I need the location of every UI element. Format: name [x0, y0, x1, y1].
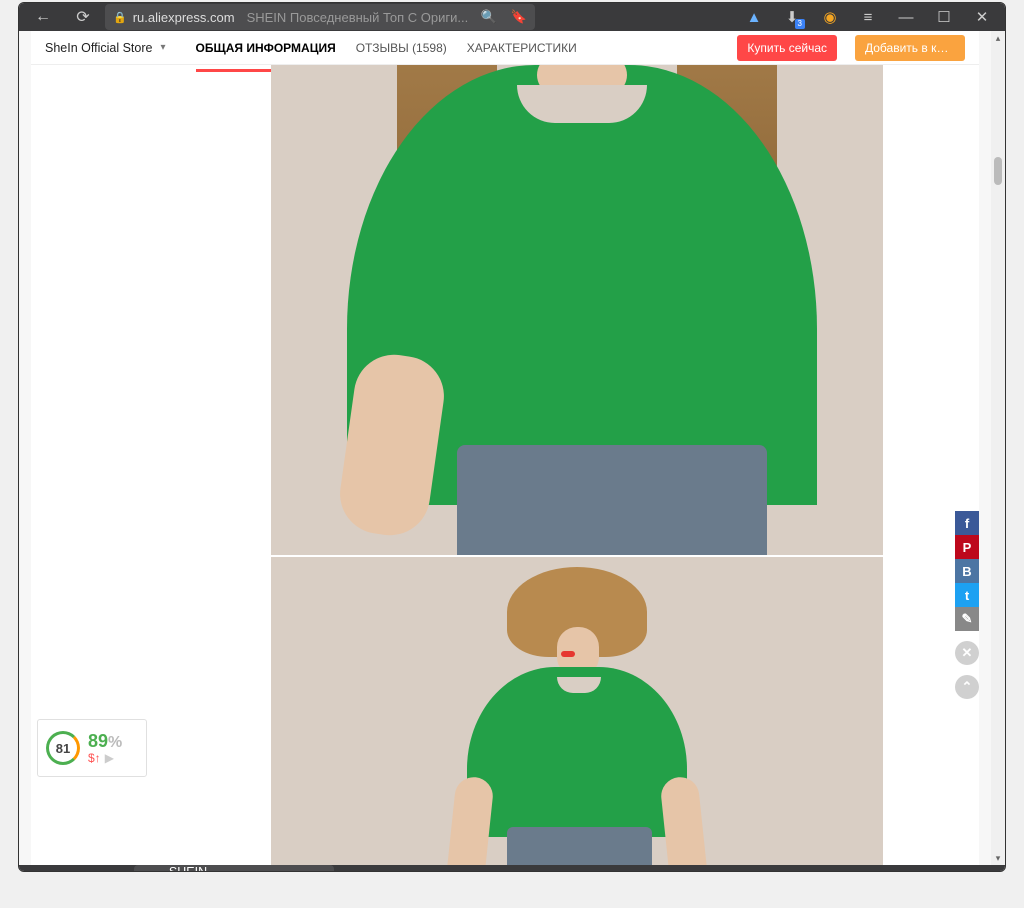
maximize-button[interactable]: ☐	[927, 3, 961, 31]
page-content: SheIn Official Store ▾ ОБЩАЯ ИНФОРМАЦИЯ …	[31, 31, 979, 865]
lock-icon: 🔒	[113, 11, 127, 24]
share-facebook-button[interactable]: f	[955, 511, 979, 535]
play-icon: ▶	[105, 751, 114, 765]
url-domain: ru.aliexpress.com	[133, 10, 235, 25]
back-button[interactable]: ←	[25, 3, 61, 31]
product-sticky-header: SheIn Official Store ▾ ОБЩАЯ ИНФОРМАЦИЯ …	[31, 31, 979, 65]
product-image-column	[271, 65, 883, 865]
url-title: SHEIN Повседневный Топ С Ориги...	[247, 10, 469, 25]
menu-icon[interactable]: ≡	[851, 3, 885, 31]
tab-reviews[interactable]: ОТЗЫВЫ (1598)	[356, 33, 447, 63]
close-window-button[interactable]: ✕	[965, 3, 999, 31]
browser-tab-lumpics[interactable]: Lumpics.ru	[23, 865, 134, 872]
downloads-icon[interactable]: ⬇3	[775, 3, 809, 31]
tab-specs[interactable]: ХАРАКТЕРИСТИКИ	[467, 33, 577, 63]
close-tab-icon[interactable]: ×	[311, 871, 320, 873]
chevron-down-icon: ▾	[160, 42, 165, 53]
social-share-strip: f P B t ✎ ✕ ⌃	[955, 511, 979, 699]
rating-widget[interactable]: 81 89% $↑ ▶	[37, 719, 147, 777]
store-selector[interactable]: SheIn Official Store ▾	[45, 41, 166, 55]
share-edit-button[interactable]: ✎	[955, 607, 979, 631]
search-icon[interactable]: 🔍	[481, 9, 497, 25]
product-image-2	[271, 555, 883, 865]
rating-details: 89% $↑ ▶	[88, 732, 122, 765]
product-image-1	[271, 65, 883, 555]
browser-tabstrip: Lumpics.ru SHEIN Повседневный Т × +	[19, 865, 1005, 872]
add-to-cart-button[interactable]: Добавить в кор...	[855, 35, 965, 61]
downloads-badge: 3	[795, 19, 805, 29]
scrollbar-up-arrow[interactable]: ▴	[991, 31, 1005, 45]
buy-now-button[interactable]: Купить сейчас	[737, 35, 837, 61]
share-twitter-button[interactable]: t	[955, 583, 979, 607]
percent-symbol: %	[108, 734, 122, 751]
share-pinterest-button[interactable]: P	[955, 535, 979, 559]
minimize-button[interactable]: —	[889, 3, 923, 31]
services-icon[interactable]: ▲	[737, 3, 771, 31]
product-tabs: ОБЩАЯ ИНФОРМАЦИЯ ОТЗЫВЫ (1598) ХАРАКТЕРИ…	[196, 33, 577, 63]
browser-toolbar: ← ⟳ 🔒 ru.aliexpress.com SHEIN Повседневн…	[19, 3, 1005, 31]
scroll-top-button[interactable]: ⌃	[955, 675, 979, 699]
store-name: SheIn Official Store	[45, 41, 152, 55]
scrollbar-thumb[interactable]	[994, 157, 1002, 185]
vertical-scrollbar[interactable]: ▴ ▾	[991, 31, 1005, 865]
extension-icon[interactable]: ◉	[813, 3, 847, 31]
viewport: SheIn Official Store ▾ ОБЩАЯ ИНФОРМАЦИЯ …	[19, 31, 1005, 865]
rating-percent: 89	[88, 731, 108, 751]
close-panel-button[interactable]: ✕	[955, 641, 979, 665]
browser-tab-aliexpress[interactable]: SHEIN Повседневный Т ×	[134, 865, 334, 872]
new-tab-button[interactable]: +	[334, 865, 362, 872]
browser-window: ← ⟳ 🔒 ru.aliexpress.com SHEIN Повседневн…	[18, 2, 1006, 872]
scrollbar-down-arrow[interactable]: ▾	[991, 851, 1005, 865]
share-vk-button[interactable]: B	[955, 559, 979, 583]
address-bar[interactable]: 🔒 ru.aliexpress.com SHEIN Повседневный Т…	[105, 4, 535, 30]
tab-label: SHEIN Повседневный Т	[169, 865, 295, 872]
reload-button[interactable]: ⟳	[65, 3, 101, 31]
bookmark-icon[interactable]: 🔖	[511, 9, 527, 25]
price-indicator: $↑	[88, 751, 101, 765]
rating-score: 81	[46, 731, 80, 765]
